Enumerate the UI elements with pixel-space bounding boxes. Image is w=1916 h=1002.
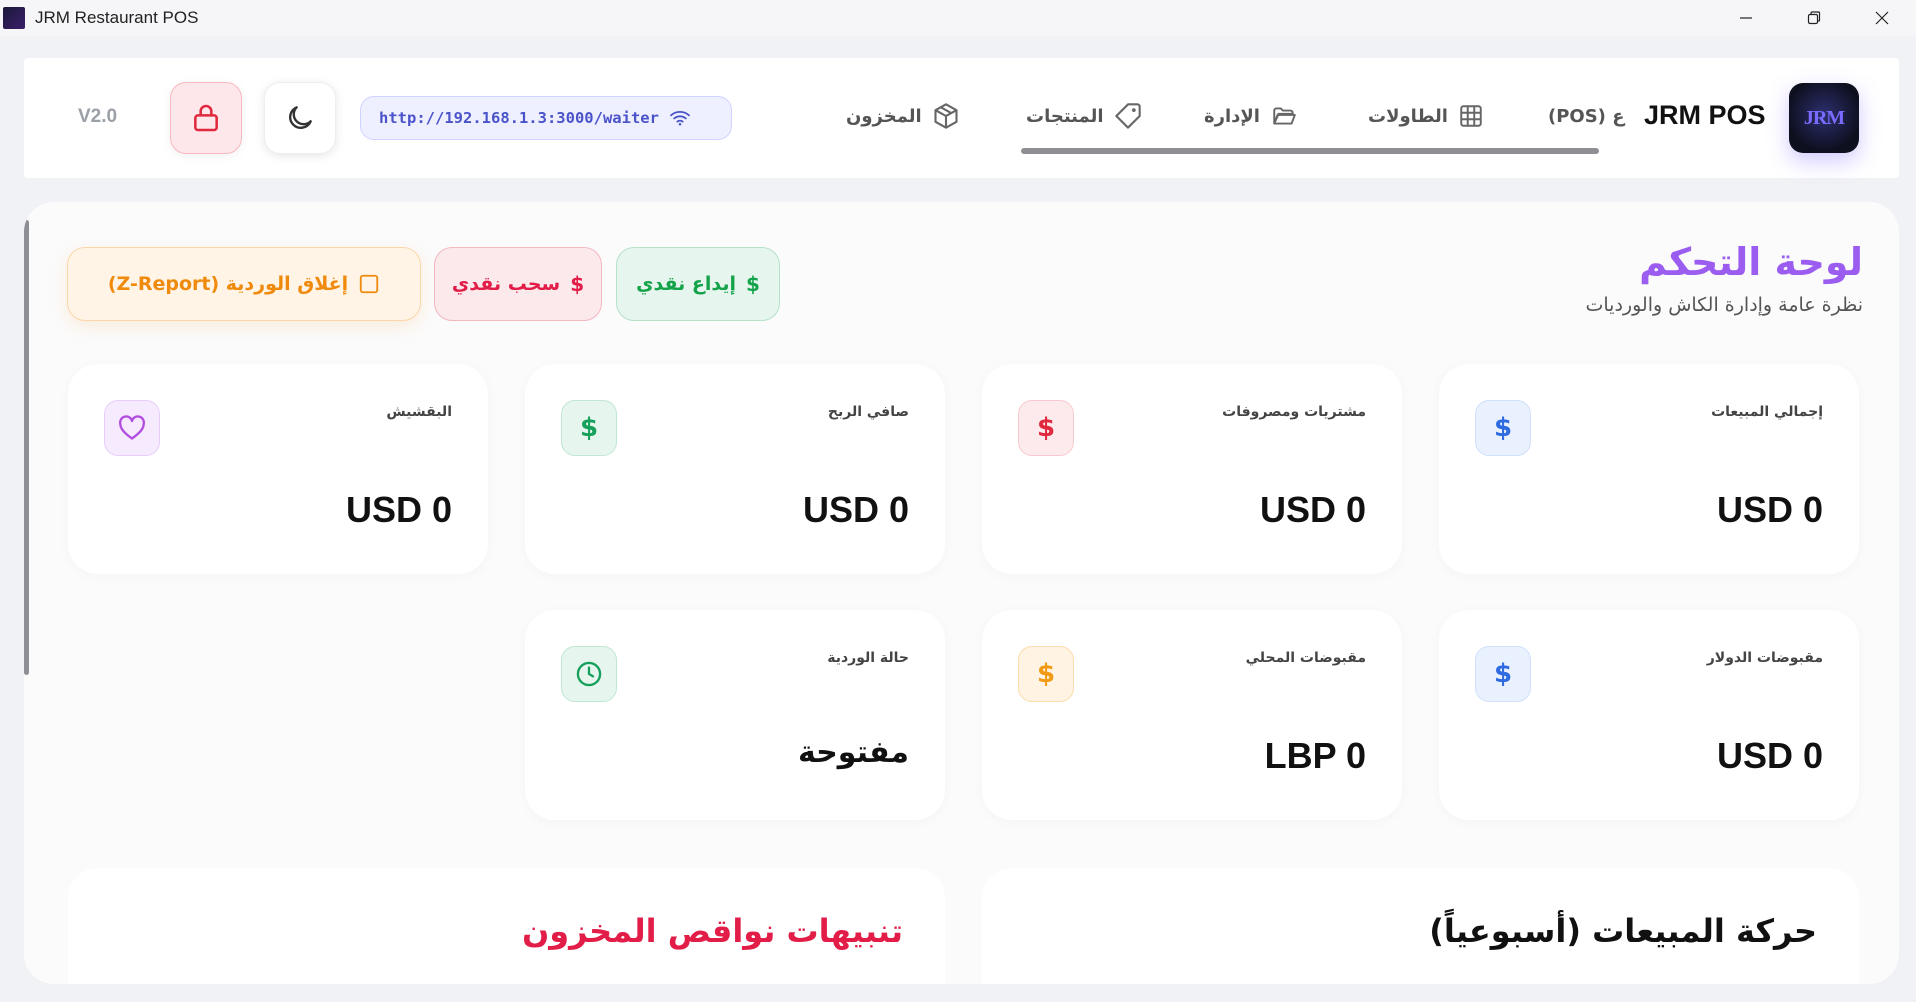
dollar-icon: $: [746, 272, 760, 296]
page-subtitle: نظرة عامة وإدارة الكاش والورديات: [1585, 294, 1864, 316]
close-shift-button[interactable]: إغلاق الوردية (Z-Report): [67, 247, 421, 321]
card-label: إجمالي المبيعات: [1711, 404, 1823, 420]
card-value: LBP 0: [1264, 735, 1366, 776]
logo-text: JRM: [1803, 106, 1845, 129]
tab-label: الطاولات: [1368, 105, 1448, 127]
close-button[interactable]: [1848, 0, 1916, 36]
dollar-icon: $: [1475, 400, 1531, 456]
folder-icon: [1273, 107, 1296, 125]
tab-admin[interactable]: الإدارة: [1204, 96, 1298, 136]
card-shift-status: حالة الوردية مفتوحة: [525, 610, 945, 820]
square-icon: [360, 274, 379, 294]
lock-button[interactable]: [170, 82, 242, 154]
card-value: USD 0: [1716, 735, 1823, 776]
card-value: USD 0: [345, 489, 452, 530]
top-navbar: JRM JRM POS (POS) ع الطاولات الإدارة الم…: [24, 58, 1899, 178]
low-stock-panel: تنبيهات نواقص المخزون: [68, 868, 945, 984]
tag-icon: [1114, 103, 1141, 129]
cash-deposit-button[interactable]: $ إيداع نقدي: [616, 247, 780, 321]
waiter-url-pill[interactable]: http://192.168.1.3:3000/waiter: [360, 96, 732, 140]
wifi-icon: [670, 111, 690, 126]
tab-label: المخزون: [846, 105, 922, 127]
card-net-profit: صافي الربح $ USD 0: [525, 364, 945, 574]
card-value: مفتوحة: [797, 735, 909, 770]
card-total-sales: إجمالي المبيعات $ USD 0: [1439, 364, 1859, 574]
box-icon: [934, 103, 958, 129]
card-label: مقبوضات المحلي: [1245, 650, 1366, 666]
clock-icon: [561, 646, 617, 702]
card-value: USD 0: [802, 489, 909, 530]
card-tips: البقشيش USD 0: [68, 364, 488, 574]
close-shift-label: إغلاق الوردية (Z-Report): [107, 273, 349, 295]
close-icon: [1875, 11, 1889, 25]
moon-icon: [289, 106, 312, 129]
tab-pos[interactable]: (POS) ع: [1548, 96, 1624, 136]
window-title: JRM Restaurant POS: [35, 8, 199, 27]
brand-name: JRM POS: [1644, 100, 1766, 130]
tab-products[interactable]: المنتجات: [1026, 96, 1142, 136]
app-icon: [3, 7, 25, 29]
card-purchases-expenses: مشتريات ومصروفات $ USD 0: [982, 364, 1402, 574]
nav-scrollbar[interactable]: [1021, 148, 1599, 154]
dollar-icon: $: [1018, 646, 1074, 702]
restore-button[interactable]: [1780, 0, 1848, 36]
card-label: مقبوضات الدولار: [1706, 650, 1823, 666]
dollar-icon: $: [561, 400, 617, 456]
tab-tables[interactable]: الطاولات: [1368, 96, 1484, 136]
card-dollar-receipts: مقبوضات الدولار $ USD 0: [1439, 610, 1859, 820]
cash-withdraw-button[interactable]: $ سحب نقدي: [434, 247, 602, 321]
window-titlebar: JRM Restaurant POS: [0, 0, 1916, 36]
tab-label: (POS) ع: [1548, 105, 1625, 127]
grid-icon: [1460, 105, 1482, 127]
cash-deposit-label: إيداع نقدي: [636, 273, 737, 295]
page-title: لوحة التحكم: [1639, 240, 1863, 284]
low-stock-title: تنبيهات نواقص المخزون: [521, 912, 903, 950]
card-label: صافي الربح: [827, 404, 909, 420]
tab-label: الإدارة: [1204, 105, 1260, 127]
minimize-button[interactable]: [1712, 0, 1780, 36]
dollar-icon: $: [570, 272, 585, 296]
nav-tabs: (POS) ع الطاولات الإدارة المنتجات المخزو…: [836, 96, 1626, 136]
restore-icon: [1807, 11, 1821, 25]
sales-chart-title: حركة المبيعات (أسبوعياً): [1429, 912, 1817, 950]
tab-label: المنتجات: [1026, 105, 1104, 127]
theme-toggle-button[interactable]: [264, 82, 336, 154]
dashboard-panel: لوحة التحكم نظرة عامة وإدارة الكاش والور…: [24, 202, 1899, 984]
app-version: V2.0: [78, 106, 118, 127]
minimize-icon: [1740, 17, 1752, 19]
sales-chart-panel: حركة المبيعات (أسبوعياً): [982, 868, 1859, 984]
main-scrollbar[interactable]: [24, 220, 29, 675]
waiter-url: http://192.168.1.3:3000/waiter: [379, 109, 659, 127]
dollar-icon: $: [1018, 400, 1074, 456]
dollar-icon: $: [1475, 646, 1531, 702]
heart-icon: [104, 400, 160, 456]
card-value: USD 0: [1716, 489, 1823, 530]
lock-icon: [194, 104, 218, 132]
tab-inventory[interactable]: المخزون: [846, 96, 960, 136]
card-label: حالة الوردية: [827, 650, 909, 666]
card-label: مشتريات ومصروفات: [1222, 404, 1366, 420]
cash-withdraw-label: سحب نقدي: [451, 273, 561, 295]
card-value: USD 0: [1259, 489, 1366, 530]
brand-logo[interactable]: JRM: [1789, 83, 1859, 153]
card-local-receipts: مقبوضات المحلي $ LBP 0: [982, 610, 1402, 820]
card-label: البقشيش: [386, 404, 452, 420]
window-controls: [1712, 0, 1916, 36]
